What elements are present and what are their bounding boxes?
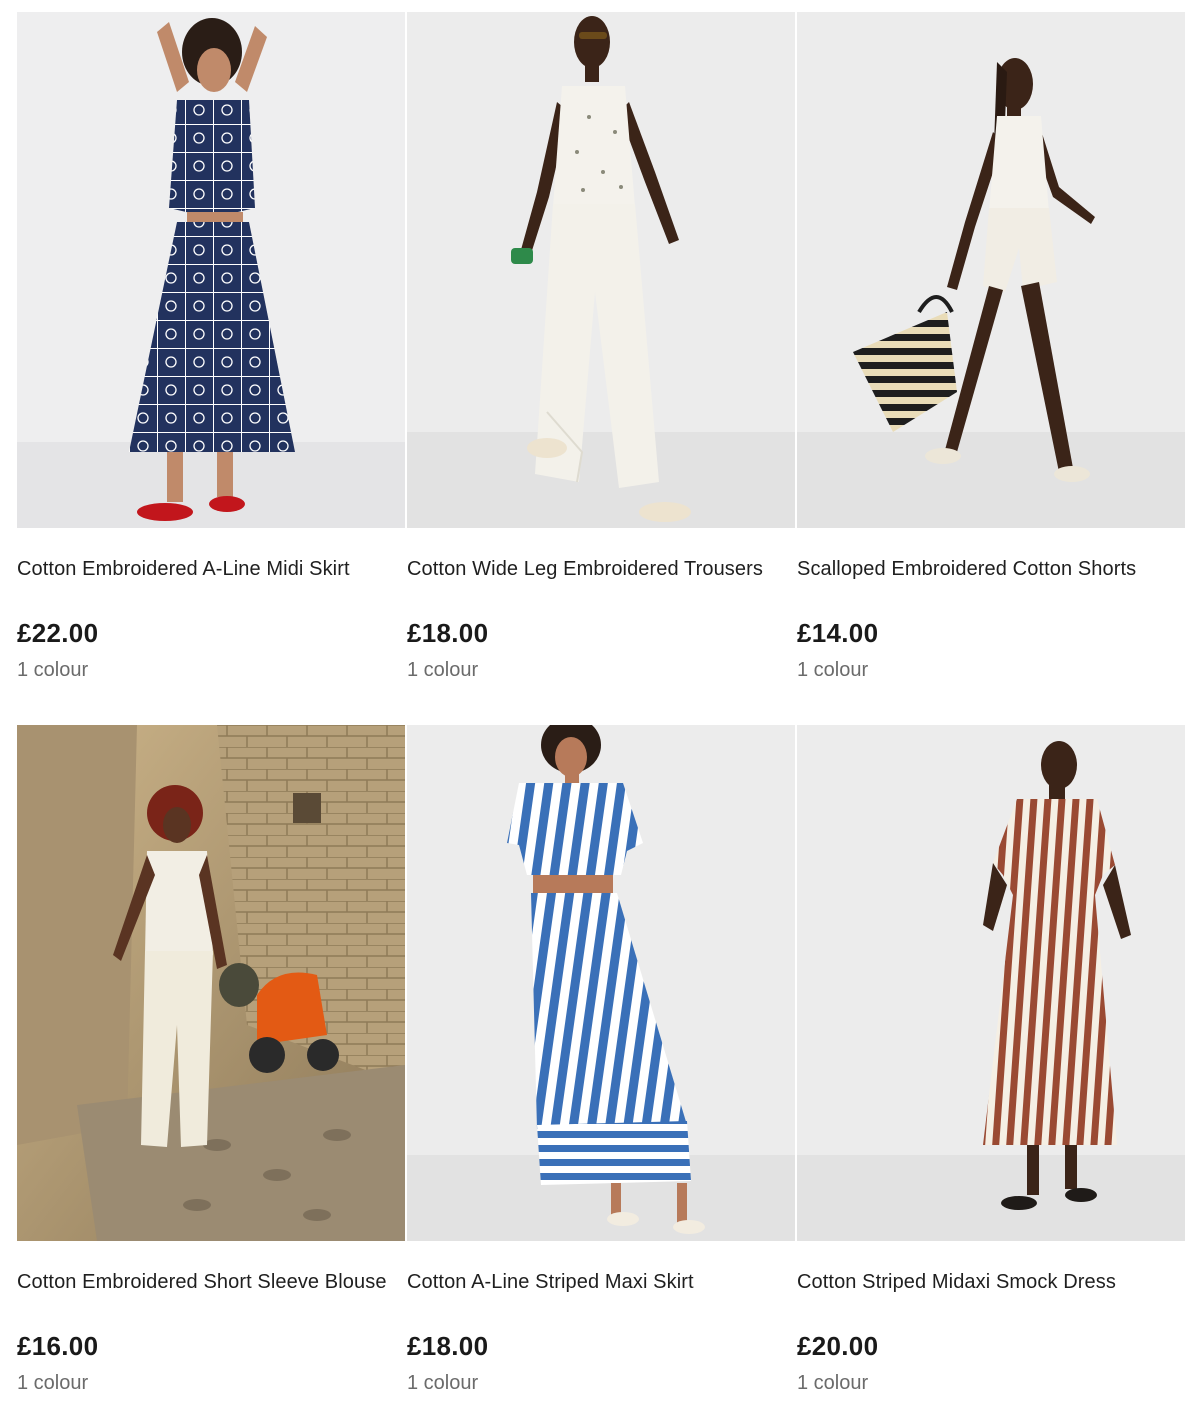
product-card[interactable]: Cotton Striped Midaxi Smock Dress £20.00… — [797, 725, 1185, 1394]
colour-count[interactable]: 1 colour — [17, 659, 88, 682]
product-card[interactable]: Scalloped Embroidered Cotton Shorts £14.… — [797, 12, 1185, 681]
product-photo — [17, 12, 405, 528]
product-price: £16.00 — [17, 1331, 99, 1361]
product-card[interactable]: Cotton Wide Leg Embroidered Trousers £18… — [407, 12, 795, 681]
colour-count[interactable]: 1 colour — [797, 659, 868, 682]
product-title[interactable]: Scalloped Embroidered Cotton Shorts — [797, 554, 1182, 584]
product-price: £14.00 — [797, 618, 879, 648]
product-image[interactable] — [797, 725, 1185, 1241]
product-image[interactable] — [797, 12, 1185, 528]
product-card[interactable]: Cotton Embroidered Short Sleeve Blouse £… — [17, 725, 405, 1394]
product-price: £18.00 — [407, 1331, 489, 1361]
product-image[interactable] — [407, 725, 795, 1241]
product-card[interactable]: Cotton Embroidered A-Line Midi Skirt £22… — [17, 12, 405, 681]
colour-count[interactable]: 1 colour — [17, 1372, 88, 1395]
product-photo — [407, 725, 795, 1241]
product-photo — [797, 12, 1185, 528]
product-price: £18.00 — [407, 618, 489, 648]
product-price: £20.00 — [797, 1331, 879, 1361]
product-title[interactable]: Cotton Embroidered A-Line Midi Skirt — [17, 554, 402, 584]
colour-count[interactable]: 1 colour — [407, 659, 478, 682]
product-title[interactable]: Cotton Wide Leg Embroidered Trousers — [407, 554, 792, 584]
product-title[interactable]: Cotton Embroidered Short Sleeve Blouse — [17, 1267, 402, 1297]
product-title[interactable]: Cotton A-Line Striped Maxi Skirt — [407, 1267, 792, 1297]
product-photo — [407, 12, 795, 528]
product-grid: Cotton Embroidered A-Line Midi Skirt £22… — [0, 0, 1200, 1404]
product-image[interactable] — [407, 12, 795, 528]
product-card[interactable]: Cotton A-Line Striped Maxi Skirt £18.00 … — [407, 725, 795, 1394]
product-photo — [17, 725, 405, 1241]
product-image[interactable] — [17, 12, 405, 528]
product-title[interactable]: Cotton Striped Midaxi Smock Dress — [797, 1267, 1182, 1297]
colour-count[interactable]: 1 colour — [797, 1372, 868, 1395]
product-image[interactable] — [17, 725, 405, 1241]
product-photo — [797, 725, 1185, 1241]
colour-count[interactable]: 1 colour — [407, 1372, 478, 1395]
product-price: £22.00 — [17, 618, 99, 648]
